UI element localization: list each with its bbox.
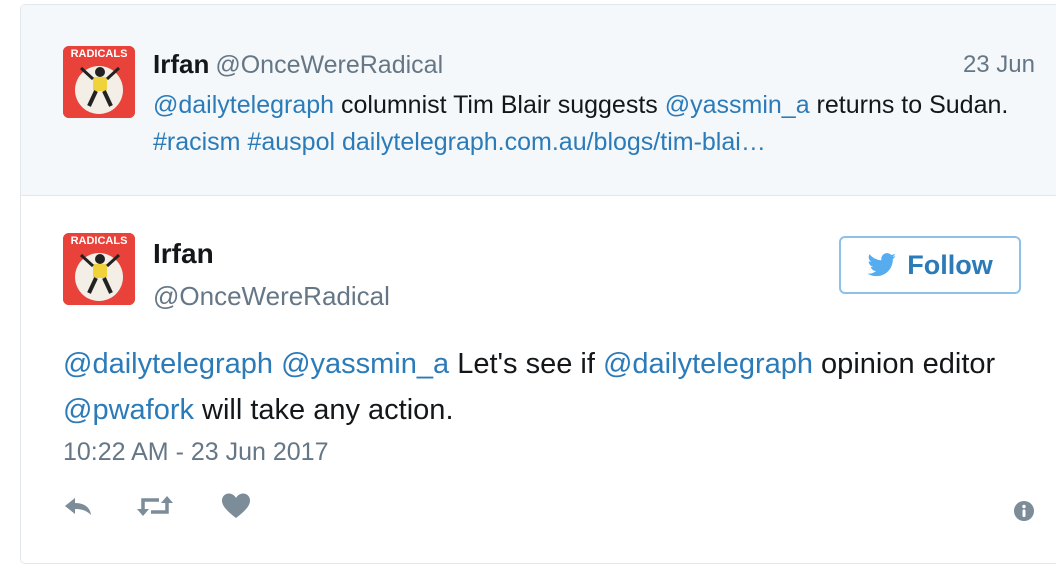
- follow-label: Follow: [907, 249, 993, 280]
- heart-icon[interactable]: [221, 492, 251, 525]
- embedded-tweet-card: RADICALS Irfan @OnceWereRadical 23 Jun @d…: [20, 4, 1056, 564]
- reply-icon[interactable]: [63, 492, 95, 525]
- avatar-logo-text: RADICALS: [71, 235, 128, 247]
- retweet-icon[interactable]: [135, 492, 175, 525]
- follow-button[interactable]: Follow: [839, 236, 1021, 294]
- author-handle[interactable]: @OnceWereRadical: [215, 51, 443, 79]
- tweet-text: @dailytelegraph columnist Tim Blair sugg…: [153, 87, 1033, 161]
- mention-link[interactable]: @dailytelegraph: [603, 348, 813, 380]
- mention-link[interactable]: @dailytelegraph: [153, 91, 334, 119]
- avatar[interactable]: RADICALS: [63, 233, 135, 305]
- hashtag-link[interactable]: #auspol: [247, 128, 335, 156]
- mention-link[interactable]: @dailytelegraph: [63, 348, 273, 380]
- tweet-actions: [63, 492, 1035, 528]
- avatar-image: RADICALS: [63, 233, 135, 305]
- mention-link[interactable]: @yassmin_a: [281, 348, 449, 380]
- tweet-header: Irfan @OnceWereRadical 23 Jun: [153, 49, 1035, 83]
- author-name[interactable]: Irfan: [153, 49, 209, 79]
- author-name[interactable]: Irfan: [153, 238, 214, 270]
- tweet-text: @dailytelegraph @yassmin_a Let's see if …: [63, 341, 1023, 433]
- text-segment: will take any action.: [193, 394, 454, 426]
- text-segment: Let's see if: [449, 348, 603, 380]
- text-segment: [273, 348, 281, 380]
- hashtag-link[interactable]: #racism: [153, 128, 241, 156]
- url-link[interactable]: dailytelegraph.com.au/blogs/tim-blai…: [342, 128, 766, 156]
- text-segment: [335, 128, 342, 156]
- tweet-date[interactable]: 23 Jun: [963, 51, 1035, 79]
- info-icon[interactable]: [1013, 500, 1035, 527]
- text-segment: columnist Tim Blair suggests: [334, 91, 665, 119]
- text-segment: opinion editor: [813, 348, 996, 380]
- mention-link[interactable]: @yassmin_a: [665, 91, 810, 119]
- avatar-logo-text: RADICALS: [71, 48, 128, 60]
- avatar-image: RADICALS: [63, 46, 135, 118]
- avatar[interactable]: RADICALS: [63, 46, 135, 118]
- author-handle[interactable]: @OnceWereRadical: [153, 281, 390, 312]
- text-segment: returns to Sudan.: [809, 91, 1009, 119]
- mention-link[interactable]: @pwafork: [63, 394, 194, 426]
- parent-tweet[interactable]: RADICALS Irfan @OnceWereRadical 23 Jun @d…: [21, 5, 1056, 196]
- tweet-timestamp[interactable]: 10:22 AM - 23 Jun 2017: [63, 438, 328, 467]
- twitter-bird-icon: [867, 253, 897, 277]
